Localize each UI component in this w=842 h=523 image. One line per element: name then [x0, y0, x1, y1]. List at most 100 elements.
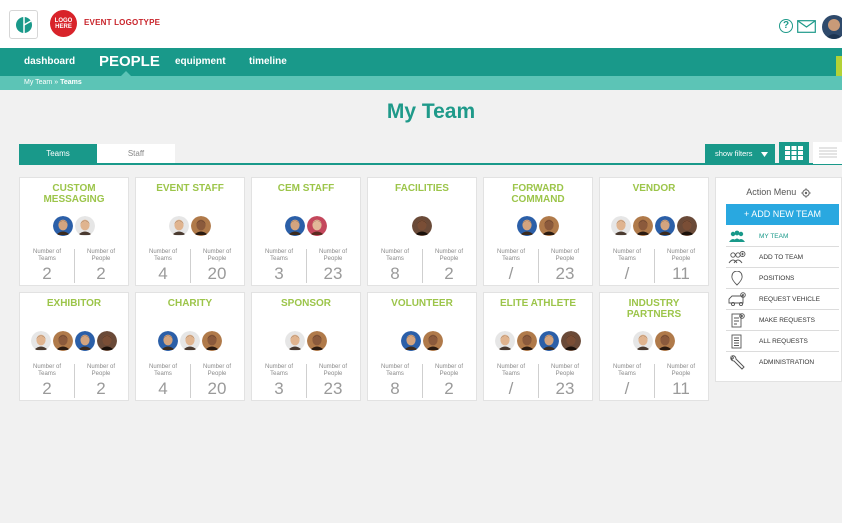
team-card[interactable]: CHARITY Number of Teams 4 Number of People 2… [135, 292, 245, 401]
action-item-add-to-team[interactable]: ADD TO TEAM [726, 247, 839, 268]
action-item-administration[interactable]: ADMINISTRATION [726, 352, 839, 373]
avatar [31, 331, 51, 351]
number-of-teams-label: Number of Teams [612, 364, 641, 377]
number-of-teams: Number of Teams 3 [258, 364, 300, 398]
number-of-people-label: Number of People [202, 249, 231, 262]
avatar [423, 331, 443, 351]
number-of-people: Number of People 23 [544, 249, 586, 283]
wrench-icon [730, 355, 745, 370]
avatar [180, 331, 200, 351]
avatar [611, 216, 631, 236]
team-card[interactable]: FACILITIES Number of Teams 8 Number of Peop… [367, 177, 477, 286]
number-of-teams: Number of Teams 4 [142, 364, 184, 398]
action-item-my-team[interactable]: MY TEAM [726, 226, 839, 247]
add-new-team-button[interactable]: + ADD NEW TEAM [726, 204, 839, 225]
breadcrumb: My Team » Teams [0, 76, 842, 90]
member-avatars [600, 331, 708, 351]
mail-icon[interactable] [797, 20, 816, 33]
nav-item-equipment[interactable]: equipment [175, 48, 226, 76]
number-of-teams-value: 4 [158, 379, 168, 398]
action-item-label: ALL REQUESTS [759, 338, 808, 345]
team-card[interactable]: VOLUNTEER Number of Teams 8 Number of Peopl… [367, 292, 477, 401]
team-card[interactable]: VENDOR Number of Teams / Number of People 11 [599, 177, 709, 286]
action-item-make-requests[interactable]: MAKE REQUESTS [726, 310, 839, 331]
avatar [412, 216, 432, 236]
number-of-people-label: Number of People [550, 364, 579, 377]
avatar [539, 331, 559, 351]
tab-teams[interactable]: Teams [19, 144, 97, 164]
team-card[interactable]: FORWARD COMMAND Number of Teams / Number of… [483, 177, 593, 286]
request-doc-icon [731, 313, 745, 328]
avatar [517, 216, 537, 236]
user-avatar[interactable] [822, 15, 842, 39]
number-of-people-value: 11 [672, 264, 690, 283]
number-of-teams-label: Number of Teams [148, 249, 177, 262]
member-avatars [484, 216, 592, 236]
chevron-down-icon [760, 151, 768, 157]
team-card[interactable]: SPONSOR Number of Teams 3 Number of People 2… [251, 292, 361, 401]
stats-divider [538, 364, 539, 398]
avatar [169, 216, 189, 236]
action-item-label: MY TEAM [759, 233, 789, 240]
page-title: My Team [386, 100, 476, 123]
team-card-title: FACILITIES [395, 183, 449, 194]
stats-divider [422, 249, 423, 283]
grid-view-button[interactable] [779, 142, 809, 164]
number-of-people-value: 23 [555, 264, 575, 283]
number-of-teams-label: Number of Teams [264, 249, 293, 262]
breadcrumb-root[interactable]: My Team [24, 79, 52, 86]
avatar [285, 331, 305, 351]
number-of-people-value: 2 [444, 264, 454, 283]
team-card-title: CEM STAFF [277, 183, 335, 194]
number-of-teams: Number of Teams / [490, 364, 532, 398]
avatar [202, 331, 222, 351]
vehicle-icon [728, 292, 746, 307]
stats-divider [654, 364, 655, 398]
number-of-people: Number of People 23 [312, 249, 354, 283]
nav-item-timeline[interactable]: timeline [249, 48, 287, 76]
logo[interactable]: LOGO HERE [50, 10, 77, 37]
number-of-people-label: Number of People [434, 249, 463, 262]
action-item-label: ADMINISTRATION [759, 359, 815, 366]
team-card-title: CHARITY [167, 298, 213, 309]
nav-item-dashboard[interactable]: dashboard [24, 48, 75, 76]
number-of-people: Number of People 20 [196, 249, 238, 283]
avatar [517, 331, 537, 351]
action-menu: Action Menu + ADD NEW TEAM MY TEAM ADD T… [715, 177, 842, 382]
number-of-teams-label: Number of Teams [380, 364, 409, 377]
avatar [307, 331, 327, 351]
avatar [655, 331, 675, 351]
list-view-button[interactable] [813, 142, 842, 164]
team-card[interactable]: ELITE ATHLETE Number of Teams / Number of P… [483, 292, 593, 401]
event-logotype: EVENT LOGOTYPE [84, 18, 161, 27]
action-menu-header: Action Menu [716, 187, 841, 198]
stats-divider [306, 364, 307, 398]
number-of-people-value: 11 [672, 379, 690, 398]
avatar [191, 216, 211, 236]
team-card-title: EXHIBITOR [46, 298, 102, 309]
action-item-label: POSITIONS [759, 275, 795, 282]
team-card[interactable]: CUSTOM MESSAGING Number of Teams 2 Number o… [19, 177, 129, 286]
avatar [633, 331, 653, 351]
help-icon[interactable]: ? [779, 19, 793, 33]
team-card[interactable]: EXHIBITOR Number of Teams 2 Number of Peopl… [19, 292, 129, 401]
number-of-people-value: 20 [207, 379, 227, 398]
action-item-request-vehicle[interactable]: REQUEST VEHICLE [726, 289, 839, 310]
breadcrumb-current: Teams [60, 79, 82, 86]
member-avatars [252, 331, 360, 351]
app-icon[interactable] [9, 10, 38, 39]
team-card[interactable]: EVENT STAFF Number of Teams 4 Number of Peo… [135, 177, 245, 286]
show-filters-button[interactable]: show filters [705, 144, 775, 164]
team-card[interactable]: CEM STAFF Number of Teams 3 Number of Peopl… [251, 177, 361, 286]
action-item-all-requests[interactable]: ALL REQUESTS [726, 331, 839, 352]
action-item-positions[interactable]: POSITIONS [726, 268, 839, 289]
number-of-teams: Number of Teams 2 [26, 249, 68, 283]
avatar [401, 331, 421, 351]
gear-icon[interactable] [801, 187, 811, 198]
location-pin-icon [731, 271, 743, 286]
tab-staff[interactable]: Staff [97, 144, 175, 164]
team-card-title: SPONSOR [280, 298, 331, 309]
team-card-title: CUSTOM MESSAGING [43, 183, 105, 205]
number-of-teams-value: 3 [274, 379, 284, 398]
team-card[interactable]: INDUSTRY PARTNERS Number of Teams / Number … [599, 292, 709, 401]
